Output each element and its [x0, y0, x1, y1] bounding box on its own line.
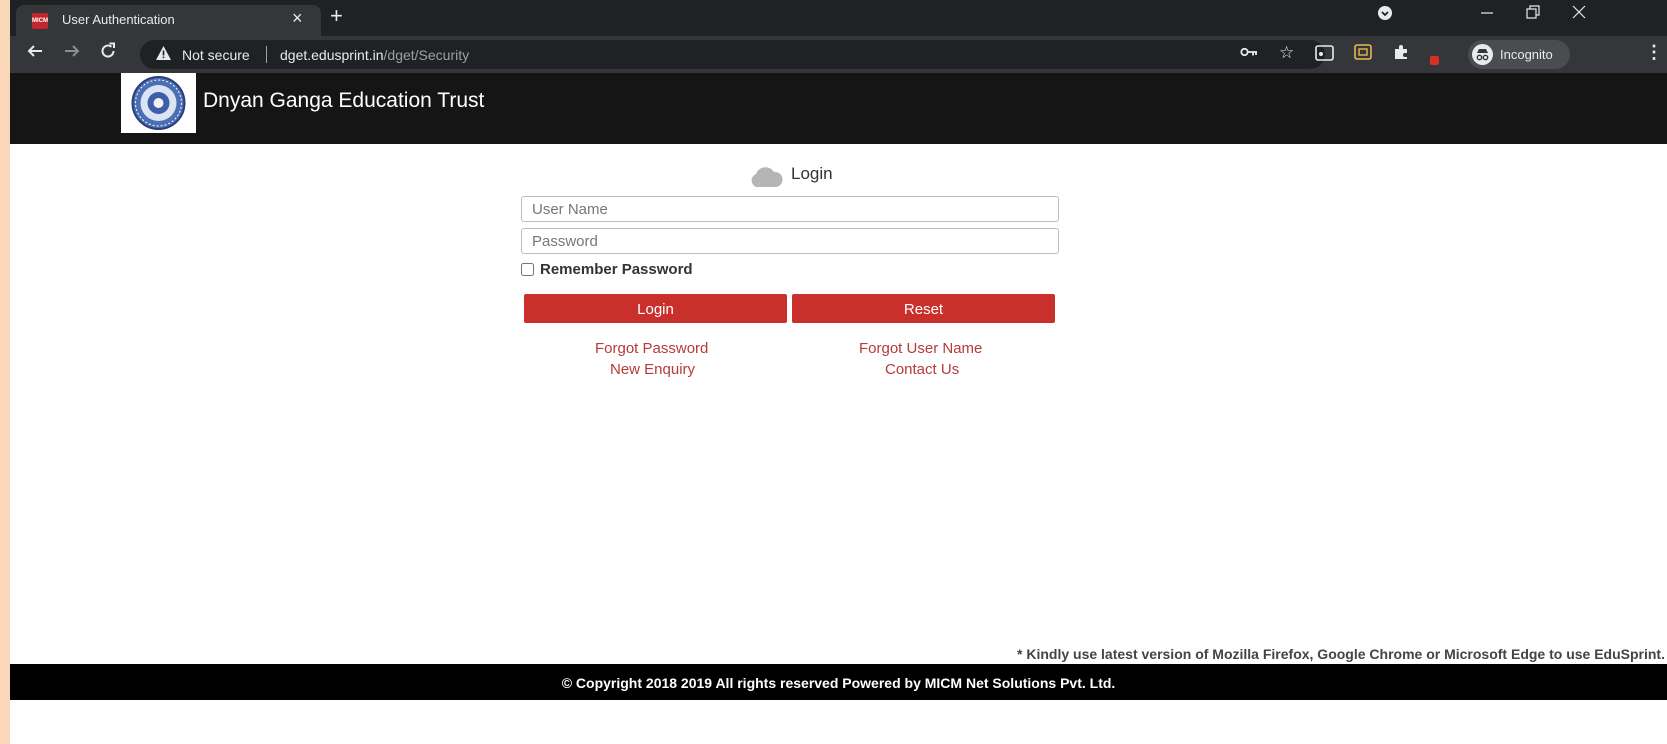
forward-icon[interactable] — [63, 42, 81, 66]
warning-icon[interactable] — [155, 45, 172, 65]
site-favicon-icon: MICM — [32, 13, 48, 29]
extension-screen-icon[interactable] — [1315, 44, 1335, 66]
close-window-icon[interactable] — [1572, 5, 1586, 24]
close-tab-icon[interactable]: × — [292, 8, 303, 29]
tab-title: User Authentication — [62, 12, 175, 27]
username-input[interactable] — [521, 196, 1059, 222]
url-text[interactable]: dget.edusprint.in/dget/Security — [280, 47, 469, 63]
tab-strip: MICM User Authentication × + — [10, 0, 1667, 36]
address-separator — [266, 46, 267, 63]
back-icon[interactable] — [26, 42, 44, 66]
browser-menu-icon[interactable]: ⋮ — [1645, 42, 1663, 63]
password-input[interactable] — [521, 228, 1059, 254]
new-tab-icon[interactable]: + — [330, 3, 343, 29]
url-domain: dget.edusprint.in — [280, 47, 384, 63]
forgot-password-link[interactable]: Forgot Password — [595, 340, 708, 357]
login-button[interactable]: Login — [524, 294, 787, 323]
trust-logo — [121, 73, 196, 133]
tab-search-icon[interactable] — [1377, 5, 1393, 26]
contact-us-link[interactable]: Contact Us — [885, 361, 959, 378]
url-path: /dget/Security — [383, 47, 470, 63]
browser-toolbar: Not secure dget.edusprint.in/dget/Securi… — [10, 36, 1667, 73]
minimize-icon[interactable] — [1480, 5, 1494, 24]
reload-icon[interactable] — [99, 42, 117, 66]
forgot-username-link[interactable]: Forgot User Name — [859, 340, 982, 357]
reset-button[interactable]: Reset — [792, 294, 1055, 323]
cloud-icon — [748, 166, 784, 193]
browser-notice: * Kindly use latest version of Mozilla F… — [1017, 646, 1665, 662]
incognito-icon — [1472, 44, 1493, 65]
bookmark-star-icon[interactable]: ☆ — [1279, 43, 1294, 63]
new-enquiry-link[interactable]: New Enquiry — [610, 361, 695, 378]
key-icon[interactable] — [1240, 45, 1258, 63]
login-heading-text: Login — [791, 164, 833, 183]
extension-capture-icon[interactable] — [1354, 44, 1372, 64]
restore-icon[interactable] — [1526, 5, 1540, 24]
remember-password-label[interactable]: Remember Password — [540, 261, 693, 278]
tab-user-authentication[interactable]: MICM User Authentication × — [16, 5, 321, 36]
incognito-label: Incognito — [1500, 47, 1553, 62]
browser-window: MICM User Authentication × + Not secure … — [10, 0, 1667, 744]
security-status[interactable]: Not secure — [182, 47, 250, 63]
site-title: Dnyan Ganga Education Trust — [203, 89, 485, 112]
footer: © Copyright 2018 2019 All rights reserve… — [10, 664, 1667, 700]
extensions-puzzle-icon[interactable] — [1393, 44, 1409, 64]
incognito-indicator[interactable]: Incognito — [1468, 40, 1570, 69]
remember-password-checkbox[interactable] — [521, 263, 534, 276]
copyright-text: © Copyright 2018 2019 All rights reserve… — [561, 675, 1116, 691]
extension-badge — [1430, 56, 1439, 65]
site-header: Dnyan Ganga Education Trust — [10, 73, 1667, 144]
address-bar[interactable]: Not secure dget.edusprint.in/dget/Securi… — [140, 40, 1325, 69]
